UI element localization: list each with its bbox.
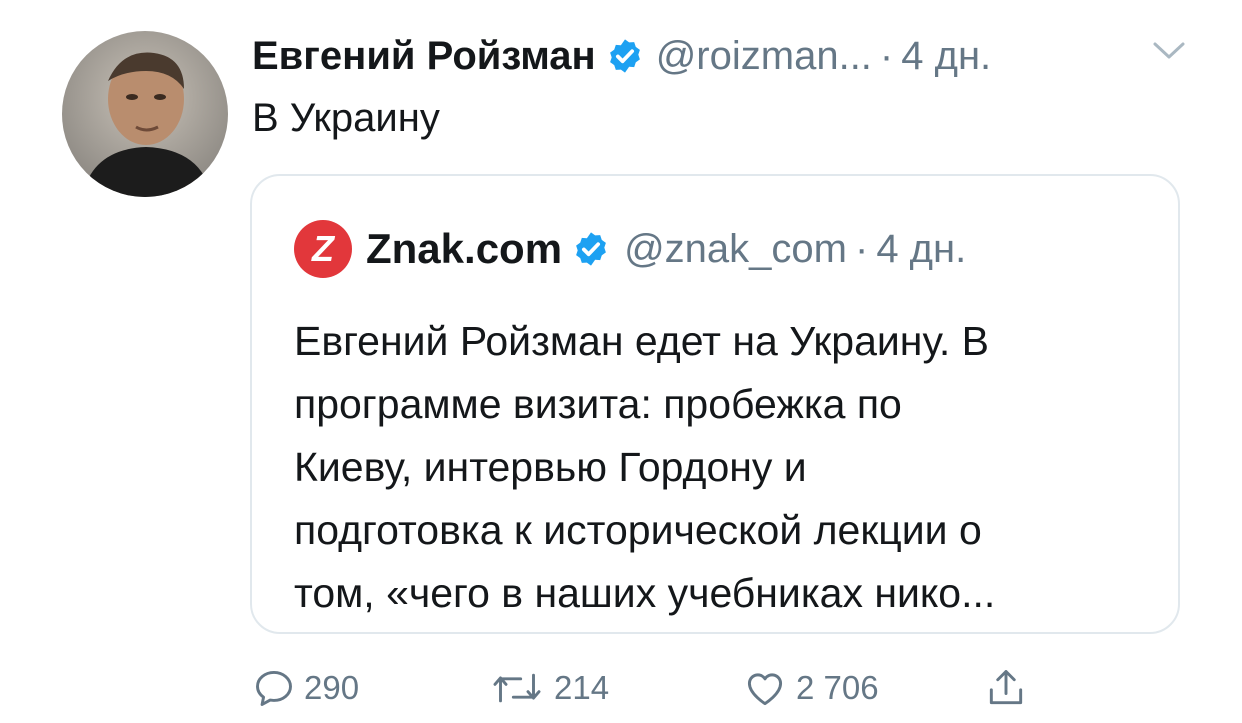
quoted-tweet-text: Евгений Ройзман едет на Украину. В прогр… (294, 310, 1154, 625)
separator-dot: · (879, 33, 894, 78)
avatar[interactable] (62, 31, 228, 197)
verified-badge-icon (609, 39, 640, 73)
quoted-author-name[interactable]: Znak.com (366, 225, 562, 273)
tweet-header: Евгений Ройзман @roizman... · 4 дн. (252, 30, 991, 82)
author-handle[interactable]: @roizman... (656, 34, 872, 79)
retweet-button[interactable]: 214 (488, 662, 609, 714)
quoted-tweet-time[interactable]: 4 дн. (876, 227, 966, 272)
quoted-tweet-card[interactable]: Z Znak.com @znak_com · 4 дн. Евгений Рой… (250, 174, 1180, 634)
quoted-text-line: том, «чего в наших учебниках нико... (294, 570, 996, 616)
reply-count: 290 (304, 669, 360, 706)
share-button[interactable] (984, 662, 1036, 714)
quoted-text-line: подготовка к исторической лекции о (294, 507, 982, 553)
verified-badge-icon (576, 232, 606, 266)
reply-icon (256, 670, 292, 706)
avatar-photo (62, 31, 228, 197)
like-icon (747, 673, 783, 706)
quoted-text-line: Евгений Ройзман едет на Украину. В (294, 318, 989, 364)
chevron-down-icon[interactable] (1152, 40, 1186, 62)
share-icon (989, 670, 1023, 705)
author-name[interactable]: Евгений Ройзман (252, 34, 596, 79)
action-bar: 290 214 2 706 (252, 662, 1052, 714)
reply-button[interactable]: 290 (252, 662, 359, 714)
tweet-time[interactable]: 4 дн. (901, 34, 991, 79)
quoted-tweet-header: Z Znak.com @znak_com · 4 дн. (294, 220, 966, 278)
znak-logo-letter: Z (312, 228, 334, 269)
quoted-author-handle[interactable]: @znak_com (624, 227, 847, 272)
quoted-text-line: Киеву, интервью Гордону и (294, 444, 807, 490)
retweet-count: 214 (554, 669, 610, 706)
retweet-icon (493, 673, 541, 703)
separator-dot: · (854, 226, 869, 271)
quoted-text-line: программе визита: пробежка по (294, 381, 902, 427)
znak-logo[interactable]: Z (294, 220, 352, 278)
tweet-text: В Украину (252, 96, 440, 140)
like-count: 2 706 (796, 669, 879, 706)
like-button[interactable]: 2 706 (742, 662, 879, 714)
